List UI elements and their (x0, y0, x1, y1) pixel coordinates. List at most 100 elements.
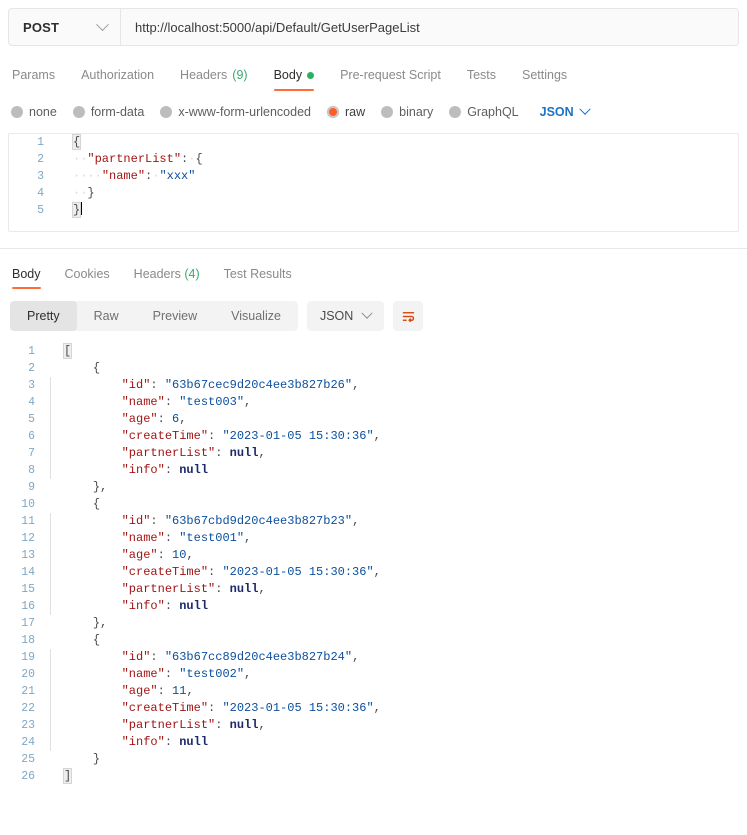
wrap-text-button[interactable] (393, 301, 424, 331)
view-mode-pretty[interactable]: Pretty (10, 301, 77, 331)
code-line: 14 "createTime": "2023-01-05 15:30:36", (0, 564, 747, 581)
line-number: 24 (21, 736, 35, 749)
fold-guide (50, 734, 60, 751)
radio-icon[interactable] (449, 106, 462, 118)
body-mode-graphql[interactable]: GraphQL (449, 105, 519, 119)
fold-guide (50, 411, 60, 428)
code-content: ··} (73, 186, 95, 200)
body-mode-x-www-form-urlencoded[interactable]: x-www-form-urlencoded (160, 105, 311, 119)
radio-icon[interactable] (72, 106, 85, 118)
body-mode-none[interactable]: none (11, 105, 57, 119)
code-content: "info": null (121, 463, 209, 477)
code-content: "createTime": "2023-01-05 15:30:36", (121, 429, 381, 443)
request-tab-tests[interactable]: Tests (454, 68, 509, 91)
code-line: 1{ (9, 134, 738, 151)
code-line: 3 ····"name":·"xxx" (9, 168, 738, 185)
code-content: "info": null (121, 735, 209, 749)
radio-icon[interactable] (381, 106, 394, 118)
code-line: 1[ (0, 343, 747, 360)
line-number: 12 (21, 532, 35, 545)
response-tab-test-results[interactable]: Test Results (212, 267, 304, 289)
request-tab-settings[interactable]: Settings (509, 68, 580, 91)
code-content: "id": "63b67cec9d20c4ee3b827b26", (121, 378, 360, 392)
fold-guide (50, 717, 60, 734)
fold-guide (50, 496, 60, 513)
request-tab-headers[interactable]: Headers (9) (167, 68, 261, 91)
url-input[interactable]: http://localhost:5000/api/Default/GetUse… (121, 9, 738, 45)
body-mode-raw[interactable]: raw (327, 105, 365, 119)
fold-guide (59, 151, 69, 168)
code-content: "name": "test001", (121, 531, 252, 545)
body-mode-binary[interactable]: binary (381, 105, 433, 119)
response-view-modes: Pretty Raw Preview Visualize (10, 301, 298, 331)
request-tab-pre-request-script[interactable]: Pre-request Script (327, 68, 454, 91)
code-content: "id": "63b67cbd9d20c4ee3b827b23", (121, 514, 360, 528)
code-line: 22 "createTime": "2023-01-05 15:30:36", (0, 700, 747, 717)
request-format-selector[interactable]: JSON (540, 103, 591, 119)
code-line: 19 "id": "63b67cc89d20c4ee3b827b24", (0, 649, 747, 666)
tab-label: Pre-request Script (340, 68, 441, 82)
tab-label: Test Results (223, 267, 292, 281)
code-content: { (92, 633, 101, 647)
line-number: 5 (28, 413, 35, 426)
radio-icon[interactable] (11, 106, 23, 118)
line-number: 10 (21, 498, 35, 511)
view-mode-preview[interactable]: Preview (136, 301, 214, 331)
code-line: 17 }, (0, 615, 747, 632)
fold-guide (50, 360, 60, 377)
request-tab-body[interactable]: Body (261, 68, 328, 91)
body-mode-label: GraphQL (467, 105, 519, 119)
view-mode-raw[interactable]: Raw (77, 301, 136, 331)
radio-icon[interactable] (329, 108, 337, 116)
code-content: }, (92, 616, 108, 630)
radio-icon[interactable] (160, 106, 173, 118)
line-number: 9 (28, 481, 35, 494)
tab-label: Settings (522, 68, 568, 82)
body-mode-form-data[interactable]: form-data (72, 105, 145, 119)
code-content: "createTime": "2023-01-05 15:30:36", (121, 701, 381, 715)
code-line: 12 "name": "test001", (0, 530, 747, 547)
http-method-selector[interactable]: POST (9, 9, 121, 45)
fold-guide (50, 513, 60, 530)
body-mode-options: none form-data x-www-form-urlencoded raw bin… (11, 101, 747, 123)
response-tabs: Body Cookies Headers (4) Test Results (10, 259, 747, 289)
code-content: ··"partnerList":·{ (73, 152, 203, 166)
code-content: "id": "63b67cc89d20c4ee3b827b24", (121, 650, 360, 664)
line-number: 7 (28, 447, 35, 460)
code-content: "createTime": "2023-01-05 15:30:36", (121, 565, 381, 579)
code-content: [ (62, 343, 73, 359)
response-body-viewer[interactable]: 1[2 {3 "id": "63b67cec9d20c4ee3b827b26",… (0, 343, 747, 813)
tab-count-badge: (4) (180, 267, 200, 281)
code-content: } (71, 202, 82, 218)
code-content: "partnerList": null, (121, 446, 266, 460)
line-number: 17 (21, 617, 35, 630)
view-mode-visualize[interactable]: Visualize (214, 301, 298, 331)
fold-guide (50, 530, 60, 547)
response-format-selector[interactable]: JSON (306, 301, 385, 331)
response-tab-body[interactable]: Body (10, 267, 53, 289)
response-tab-headers[interactable]: Headers (4) (122, 267, 212, 289)
code-line: 5} (9, 202, 738, 219)
fold-guide (50, 751, 60, 768)
fold-guide (59, 202, 69, 219)
response-tab-cookies[interactable]: Cookies (53, 267, 122, 289)
fold-guide (50, 649, 60, 666)
code-line: 10 { (0, 496, 747, 513)
line-number: 25 (21, 753, 35, 766)
fold-guide (50, 547, 60, 564)
fold-guide (59, 185, 69, 202)
tab-label: Params (12, 68, 56, 82)
request-tab-params[interactable]: Params (10, 68, 68, 91)
fold-guide (50, 632, 60, 649)
fold-guide (50, 598, 60, 615)
code-line: 3 "id": "63b67cec9d20c4ee3b827b26", (0, 377, 747, 394)
response-format-label: JSON (319, 309, 354, 323)
code-line: 16 "info": null (0, 598, 747, 615)
request-body-editor[interactable]: 1{2 ··"partnerList":·{3 ····"name":·"xxx" 4… (8, 133, 739, 232)
http-method-label: POST (23, 19, 60, 35)
fold-guide (59, 134, 69, 151)
line-number: 23 (21, 719, 35, 732)
body-mode-label: form-data (90, 105, 145, 119)
request-tab-authorization[interactable]: Authorization (68, 68, 167, 91)
fold-guide (59, 168, 69, 185)
